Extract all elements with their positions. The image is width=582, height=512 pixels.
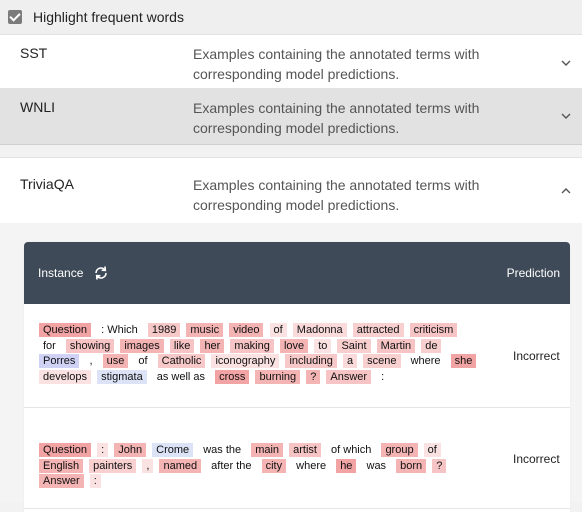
token: was xyxy=(366,459,387,472)
token: a xyxy=(342,354,358,368)
token: where xyxy=(296,459,327,472)
instance-text: Question : Which 1989 music video of Mad… xyxy=(39,323,484,385)
table-header: Instance Prediction xyxy=(24,242,570,304)
token: of xyxy=(269,323,287,337)
token: as well as xyxy=(156,370,206,383)
token: Answer xyxy=(326,369,372,384)
token: like xyxy=(169,338,195,353)
token: Question xyxy=(39,323,92,337)
table-row[interactable]: Question : John Crome was the main artis… xyxy=(24,408,570,509)
token: music xyxy=(186,323,224,337)
token: : Which xyxy=(101,324,138,336)
highlight-checkbox[interactable] xyxy=(8,10,22,24)
token: Saint xyxy=(337,338,371,353)
token: her xyxy=(200,338,225,353)
token: attracted xyxy=(352,323,404,337)
token: was the xyxy=(203,444,242,456)
token: Porres xyxy=(39,354,80,368)
token: she xyxy=(450,354,477,368)
token: for xyxy=(43,339,56,352)
token: de xyxy=(421,338,442,353)
panel-description: Examples containing the annotated terms … xyxy=(193,177,480,213)
token: Question xyxy=(39,443,92,457)
token: born xyxy=(396,458,427,473)
token: of which xyxy=(331,444,372,456)
token: showing xyxy=(65,338,115,353)
triviaqa-content: Instance Prediction Question : Which 198… xyxy=(0,223,582,512)
token: artist xyxy=(289,443,321,457)
token: including xyxy=(285,354,337,368)
refresh-icon[interactable] xyxy=(93,265,109,281)
token: Madonna xyxy=(292,323,347,337)
panel-description: Examples containing the annotated terms … xyxy=(193,46,480,82)
token: Answer xyxy=(39,474,84,488)
chevron-down-icon[interactable] xyxy=(560,57,572,69)
token: city xyxy=(261,458,287,473)
token: named xyxy=(159,458,202,473)
token: Crome xyxy=(152,443,194,457)
token: of xyxy=(423,443,441,457)
panel-title: TriviaQA xyxy=(20,176,74,192)
instance-header: Instance xyxy=(38,266,84,280)
chevron-down-icon[interactable] xyxy=(560,110,572,122)
token: ? xyxy=(432,458,447,473)
token: to xyxy=(314,338,332,353)
token: cross xyxy=(215,369,250,384)
token: develops xyxy=(39,369,92,384)
token: ? xyxy=(306,369,321,384)
token: images xyxy=(120,338,164,353)
token: : xyxy=(97,443,109,457)
token: : xyxy=(381,370,385,383)
token: John xyxy=(114,443,147,457)
token: Martin xyxy=(376,338,416,353)
token: he xyxy=(336,458,357,473)
token: burning xyxy=(255,369,301,384)
panel-wnli[interactable]: WNLI Examples containing the annotated t… xyxy=(0,89,582,145)
panel-gap xyxy=(0,145,582,157)
token: scene xyxy=(363,354,401,368)
token: video xyxy=(229,323,264,337)
token: after the xyxy=(211,459,252,472)
token: Catholic xyxy=(157,354,206,368)
token: , xyxy=(142,458,154,473)
prediction-header: Prediction xyxy=(506,266,560,280)
token: stigmata xyxy=(97,369,147,384)
token: 1989 xyxy=(147,323,181,337)
prediction-value: Incorrect xyxy=(513,452,560,466)
token: main xyxy=(251,443,284,457)
highlight-toggle-bar: Highlight frequent words xyxy=(0,0,582,34)
panel-triviaqa[interactable]: TriviaQA Examples containing the annotat… xyxy=(0,157,582,223)
table-row[interactable]: Question : Which 1989 music video of Mad… xyxy=(24,304,570,408)
examples-table: Instance Prediction Question : Which 198… xyxy=(24,242,570,512)
token: : xyxy=(89,474,101,488)
panel-title: WNLI xyxy=(20,99,55,115)
token: love xyxy=(279,338,309,353)
token: group xyxy=(381,443,418,457)
panel-description: Examples containing the annotated terms … xyxy=(193,100,480,136)
token: use xyxy=(102,354,129,368)
token: making xyxy=(230,338,274,353)
token: where xyxy=(410,355,441,367)
token: painters xyxy=(89,458,137,473)
token: criticism xyxy=(409,323,458,337)
token: iconography xyxy=(211,354,280,368)
token: English xyxy=(39,458,84,473)
panel-sst[interactable]: SST Examples containing the annotated te… xyxy=(0,34,582,89)
panel-title: SST xyxy=(20,45,48,61)
prediction-value: Incorrect xyxy=(513,349,560,363)
token: , xyxy=(89,355,93,367)
instance-text: Question : John Crome was the main artis… xyxy=(39,443,484,490)
token: of xyxy=(138,355,148,367)
highlight-checkbox-label[interactable]: Highlight frequent words xyxy=(33,9,184,25)
chevron-up-icon[interactable] xyxy=(560,185,572,197)
